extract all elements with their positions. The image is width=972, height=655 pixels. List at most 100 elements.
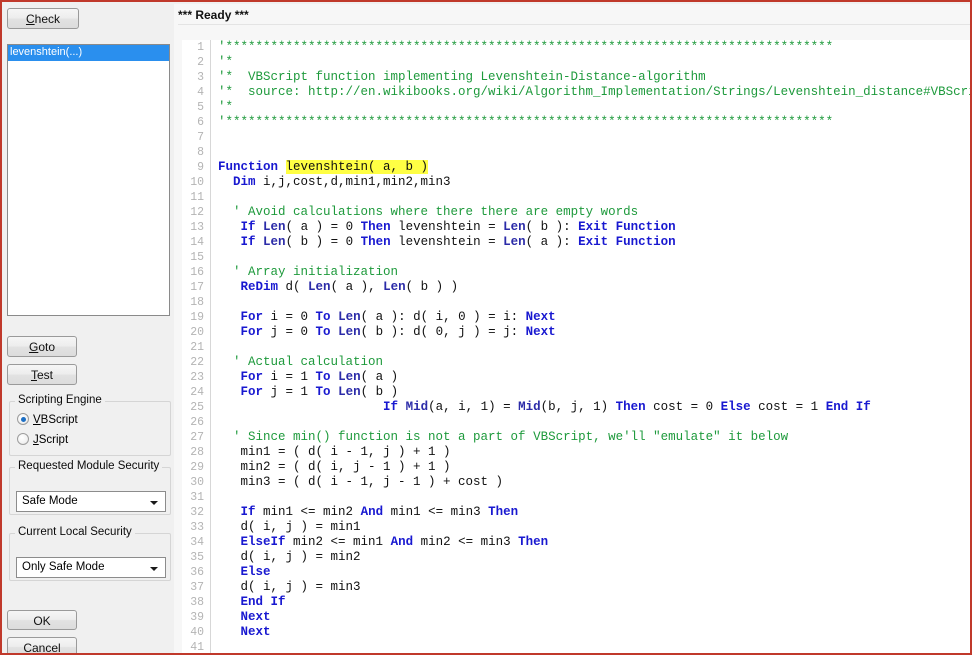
function-list[interactable]: levenshtein(...) bbox=[7, 44, 170, 316]
code-line[interactable]: 23 For i = 1 To Len( a ) bbox=[182, 370, 970, 385]
line-number: 1 bbox=[182, 40, 211, 55]
code-token-kw: End If bbox=[240, 595, 286, 609]
list-item[interactable]: levenshtein(...) bbox=[8, 45, 169, 61]
code-text: Next bbox=[211, 610, 970, 625]
code-line[interactable]: 33 d( i, j ) = min1 bbox=[182, 520, 970, 535]
code-line[interactable]: 9 Function levenshtein( a, b ) bbox=[182, 160, 970, 175]
code-token-kw: ReDim bbox=[240, 280, 279, 294]
line-number: 40 bbox=[182, 625, 211, 640]
code-token-id bbox=[218, 205, 233, 219]
code-token-id: j = 0 bbox=[263, 325, 316, 339]
code-line[interactable]: 36 Else bbox=[182, 565, 970, 580]
test-button[interactable]: Test bbox=[7, 364, 77, 385]
code-line[interactable]: 21 bbox=[182, 340, 970, 355]
check-button[interactable]: Check bbox=[7, 8, 79, 29]
module-security-dropdown[interactable]: Safe Mode bbox=[16, 491, 166, 512]
code-line[interactable]: 16 ' Array initialization bbox=[182, 265, 970, 280]
code-line[interactable]: 28 min1 = ( d( i - 1, j ) + 1 ) bbox=[182, 445, 970, 460]
code-line[interactable]: 30 min3 = ( d( i - 1, j - 1 ) + cost ) bbox=[182, 475, 970, 490]
line-number: 16 bbox=[182, 265, 211, 280]
code-line[interactable]: 25 If Mid(a, i, 1) = Mid(b, j, 1) Then c… bbox=[182, 400, 970, 415]
line-number: 23 bbox=[182, 370, 211, 385]
code-text: If Len( b ) = 0 Then levenshtein = Len( … bbox=[211, 235, 970, 250]
code-token-id bbox=[218, 355, 233, 369]
code-token-kw: And bbox=[390, 535, 414, 549]
code-text: ' Actual calculation bbox=[211, 355, 970, 370]
code-token-kw: Exit Function bbox=[578, 235, 676, 249]
code-token-id: ( a ): bbox=[525, 235, 579, 249]
radio-selected-icon bbox=[17, 413, 29, 425]
code-token-id bbox=[256, 220, 264, 234]
code-line[interactable]: 6 '**************************************… bbox=[182, 115, 970, 130]
code-line[interactable]: 22 ' Actual calculation bbox=[182, 355, 970, 370]
code-token-id: min1 <= min3 bbox=[383, 505, 489, 519]
code-token-fn: Len bbox=[263, 235, 286, 249]
code-text: '***************************************… bbox=[211, 40, 970, 55]
line-number: 31 bbox=[182, 490, 211, 505]
radio-jscript-label: JScript bbox=[33, 434, 69, 446]
code-token-kw: Then bbox=[518, 535, 549, 549]
code-token-id bbox=[331, 325, 339, 339]
code-token-id: d( i, j ) = min3 bbox=[218, 580, 361, 594]
code-line[interactable]: 10 Dim i,j,cost,d,min1,min2,min3 bbox=[182, 175, 970, 190]
code-token-id bbox=[218, 565, 241, 579]
code-line[interactable]: 41 bbox=[182, 640, 970, 653]
code-line[interactable]: 19 For i = 0 To Len( a ): d( i, 0 ) = i:… bbox=[182, 310, 970, 325]
radio-jscript[interactable]: JScript bbox=[17, 433, 68, 446]
code-line[interactable]: 11 bbox=[182, 190, 970, 205]
code-line[interactable]: 12 ' Avoid calculations where there ther… bbox=[182, 205, 970, 220]
code-line[interactable]: 24 For j = 1 To Len( b ) bbox=[182, 385, 970, 400]
code-line[interactable]: 17 ReDim d( Len( a ), Len( b ) ) bbox=[182, 280, 970, 295]
code-line[interactable]: 3 '* VBScript function implementing Leven… bbox=[182, 70, 970, 85]
local-security-dropdown[interactable]: Only Safe Mode bbox=[16, 557, 166, 578]
ok-button[interactable]: OK bbox=[7, 610, 77, 630]
code-token-fn: Len bbox=[503, 220, 526, 234]
code-token-id bbox=[218, 370, 241, 384]
code-editor[interactable]: 1 '**************************************… bbox=[182, 40, 970, 653]
code-line[interactable]: 40 Next bbox=[182, 625, 970, 640]
code-line[interactable]: 32 If min1 <= min2 And min1 <= min3 Then bbox=[182, 505, 970, 520]
code-token-kw: For bbox=[240, 310, 264, 324]
code-token-id bbox=[218, 400, 383, 414]
code-token-kw: Else bbox=[720, 400, 751, 414]
code-line[interactable]: 5 '* bbox=[182, 100, 970, 115]
code-token-id bbox=[331, 370, 339, 384]
code-line[interactable]: 4 '* source: http://en.wikibooks.org/wiki… bbox=[182, 85, 970, 100]
code-token-kw: For bbox=[240, 325, 264, 339]
code-line[interactable]: 2 '* bbox=[182, 55, 970, 70]
code-line[interactable]: 13 If Len( a ) = 0 Then levenshtein = Le… bbox=[182, 220, 970, 235]
code-token-id: min1 <= min2 bbox=[255, 505, 361, 519]
line-number: 30 bbox=[182, 475, 211, 490]
code-line[interactable]: 34 ElseIf min2 <= min1 And min2 <= min3 … bbox=[182, 535, 970, 550]
code-token-cm: ' Actual calculation bbox=[233, 355, 384, 369]
goto-button-label: Goto bbox=[28, 340, 56, 354]
radio-vbscript[interactable]: VBScript bbox=[17, 413, 78, 426]
code-line[interactable]: 31 bbox=[182, 490, 970, 505]
code-line[interactable]: 35 d( i, j ) = min2 bbox=[182, 550, 970, 565]
code-text: ReDim d( Len( a ), Len( b ) ) bbox=[211, 280, 970, 295]
editor-panel: *** Ready *** 1 '************************… bbox=[174, 4, 970, 653]
code-line[interactable]: 39 Next bbox=[182, 610, 970, 625]
code-line[interactable]: 26 bbox=[182, 415, 970, 430]
code-token-id bbox=[218, 430, 233, 444]
code-line[interactable]: 18 bbox=[182, 295, 970, 310]
code-line[interactable]: 20 For j = 0 To Len( b ): d( 0, j ) = j:… bbox=[182, 325, 970, 340]
code-line[interactable]: 37 d( i, j ) = min3 bbox=[182, 580, 970, 595]
cancel-button[interactable]: Cancel bbox=[7, 637, 77, 653]
code-token-kw: If bbox=[383, 400, 399, 414]
code-line[interactable]: 27 ' Since min() function is not a part … bbox=[182, 430, 970, 445]
code-text: End If bbox=[211, 595, 970, 610]
code-line[interactable]: 8 bbox=[182, 145, 970, 160]
line-number: 7 bbox=[182, 130, 211, 145]
code-line[interactable]: 7 bbox=[182, 130, 970, 145]
code-line[interactable]: 1 '**************************************… bbox=[182, 40, 970, 55]
code-line[interactable]: 15 bbox=[182, 250, 970, 265]
code-text: d( i, j ) = min3 bbox=[211, 580, 970, 595]
code-line[interactable]: 38 End If bbox=[182, 595, 970, 610]
code-token-kw: Exit Function bbox=[578, 220, 676, 234]
code-line[interactable]: 29 min2 = ( d( i, j - 1 ) + 1 ) bbox=[182, 460, 970, 475]
code-line[interactable]: 14 If Len( b ) = 0 Then levenshtein = Le… bbox=[182, 235, 970, 250]
goto-button[interactable]: Goto bbox=[7, 336, 77, 357]
code-token-id: d( i, j ) = min1 bbox=[218, 520, 361, 534]
